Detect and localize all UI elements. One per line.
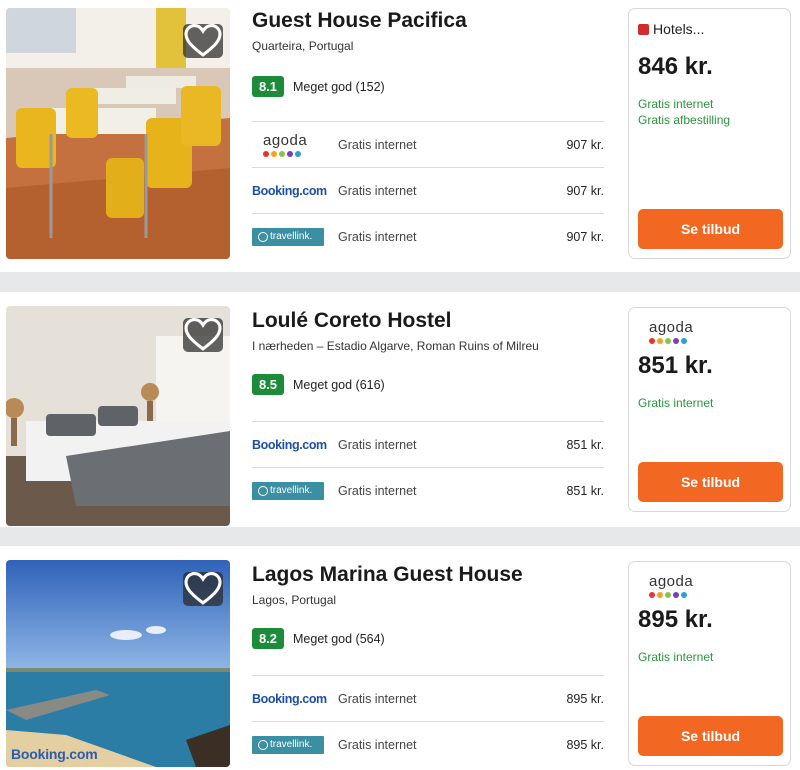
best-perks: Gratis internet Gratis afbestilling xyxy=(638,96,730,128)
heart-icon xyxy=(184,24,222,57)
hotel-photo[interactable] xyxy=(6,306,230,526)
provider-logo: travellink. xyxy=(252,732,338,758)
photo-brand-label: Booking.com xyxy=(11,746,98,762)
offer-perk: Gratis internet xyxy=(338,183,417,198)
perk-item: Gratis internet xyxy=(638,650,714,664)
score-badge: 8.5 xyxy=(252,374,284,395)
best-deal-panel: Hotels... 846 kr. Gratis internet Gratis… xyxy=(628,8,791,259)
best-price: 846 kr. xyxy=(638,53,713,80)
rating: 8.1 Meget god (152) xyxy=(252,76,385,97)
offer-list: Booking.com Gratis internet 851 kr. trav… xyxy=(252,421,604,513)
hotel-location: Lagos, Portugal xyxy=(252,593,337,607)
provider-logo: agoda xyxy=(252,132,338,158)
favorite-button[interactable] xyxy=(183,572,223,606)
hotel-location: Quarteira, Portugal xyxy=(252,39,354,53)
booking-logo: Booking.com xyxy=(252,691,327,706)
rating-label: Meget god (616) xyxy=(293,377,385,392)
offer-list: Booking.com Gratis internet 895 kr. trav… xyxy=(252,675,604,767)
provider-logo: agoda xyxy=(638,574,693,598)
offer-perk: Gratis internet xyxy=(338,437,417,452)
see-offer-button[interactable]: Se tilbud xyxy=(638,209,783,249)
provider-logo: travellink. xyxy=(252,224,338,250)
heart-icon xyxy=(184,318,222,351)
hotel-card[interactable]: Booking.com Lagos Marina Guest House Lag… xyxy=(0,546,800,770)
heart-icon xyxy=(184,572,222,605)
best-perks: Gratis internet xyxy=(638,395,713,411)
offer-price[interactable]: 851 kr. xyxy=(566,438,604,452)
offer-perk: Gratis internet xyxy=(338,691,417,706)
provider-logo: Booking.com xyxy=(252,178,338,204)
rating: 8.2 Meget god (564) xyxy=(252,628,385,649)
best-deal-panel: agoda 851 kr. Gratis internet Se tilbud xyxy=(628,307,791,512)
offer-perk: Gratis internet xyxy=(338,137,417,152)
offer-perk: Gratis internet xyxy=(338,737,417,752)
provider-logo: agoda xyxy=(638,320,693,344)
offer-list: agoda Gratis internet 907 kr. Booking.co… xyxy=(252,121,604,259)
hotel-photo[interactable] xyxy=(6,8,230,259)
hotel-name[interactable]: Lagos Marina Guest House xyxy=(252,563,523,587)
offer-price[interactable]: 907 kr. xyxy=(566,138,604,152)
hotel-name[interactable]: Loulé Coreto Hostel xyxy=(252,309,452,333)
score-badge: 8.2 xyxy=(252,628,284,649)
offer-row[interactable]: agoda Gratis internet 907 kr. xyxy=(252,121,604,167)
hotel-card[interactable]: Guest House Pacifica Quarteira, Portugal… xyxy=(0,0,800,272)
see-offer-button[interactable]: Se tilbud xyxy=(638,716,783,756)
offer-row[interactable]: travellink. Gratis internet 907 kr. xyxy=(252,213,604,259)
rating-label: Meget god (564) xyxy=(293,631,385,646)
rating: 8.5 Meget god (616) xyxy=(252,374,385,395)
favorite-button[interactable] xyxy=(183,24,223,58)
agoda-logo-icon: agoda xyxy=(638,320,693,344)
provider-logo: Booking.com xyxy=(252,686,338,712)
offer-price[interactable]: 895 kr. xyxy=(566,738,604,752)
offer-row[interactable]: Booking.com Gratis internet 907 kr. xyxy=(252,167,604,213)
hotel-location: I nærheden – Estadio Algarve, Roman Ruin… xyxy=(252,339,539,353)
offer-row[interactable]: Booking.com Gratis internet 851 kr. xyxy=(252,421,604,467)
travellink-logo-icon: travellink. xyxy=(252,735,324,754)
offer-price[interactable]: 907 kr. xyxy=(566,230,604,244)
agoda-logo-icon: agoda xyxy=(638,574,693,598)
hotels-logo-icon: Hotels... xyxy=(638,21,704,37)
offer-price[interactable]: 851 kr. xyxy=(566,484,604,498)
booking-logo: Booking.com xyxy=(252,183,327,198)
best-price: 895 kr. xyxy=(638,606,713,633)
perk-item: Gratis internet xyxy=(638,396,714,410)
perk-item: Gratis internet xyxy=(638,97,714,111)
provider-logo: Hotels... xyxy=(638,21,704,37)
agoda-logo-icon: agoda xyxy=(252,133,307,157)
rating-label: Meget god (152) xyxy=(293,79,385,94)
perk-item: Gratis afbestilling xyxy=(638,113,731,127)
best-deal-panel: agoda 895 kr. Gratis internet Se tilbud xyxy=(628,561,791,766)
offer-perk: Gratis internet xyxy=(338,483,417,498)
offer-row[interactable]: travellink. Gratis internet 895 kr. xyxy=(252,721,604,767)
best-perks: Gratis internet xyxy=(638,649,713,665)
hotel-photo[interactable]: Booking.com xyxy=(6,560,230,767)
travellink-logo-icon: travellink. xyxy=(252,227,324,246)
favorite-button[interactable] xyxy=(183,318,223,352)
offer-price[interactable]: 895 kr. xyxy=(566,692,604,706)
offer-price[interactable]: 907 kr. xyxy=(566,184,604,198)
offer-perk: Gratis internet xyxy=(338,229,417,244)
offer-row[interactable]: Booking.com Gratis internet 895 kr. xyxy=(252,675,604,721)
travellink-logo-icon: travellink. xyxy=(252,481,324,500)
score-badge: 8.1 xyxy=(252,76,284,97)
hotel-name[interactable]: Guest House Pacifica xyxy=(252,9,467,33)
see-offer-button[interactable]: Se tilbud xyxy=(638,462,783,502)
offer-row[interactable]: travellink. Gratis internet 851 kr. xyxy=(252,467,604,513)
provider-logo: travellink. xyxy=(252,478,338,504)
booking-logo: Booking.com xyxy=(252,437,327,452)
best-price: 851 kr. xyxy=(638,352,713,379)
provider-logo: Booking.com xyxy=(252,432,338,458)
hotel-card[interactable]: Loulé Coreto Hostel I nærheden – Estadio… xyxy=(0,292,800,527)
